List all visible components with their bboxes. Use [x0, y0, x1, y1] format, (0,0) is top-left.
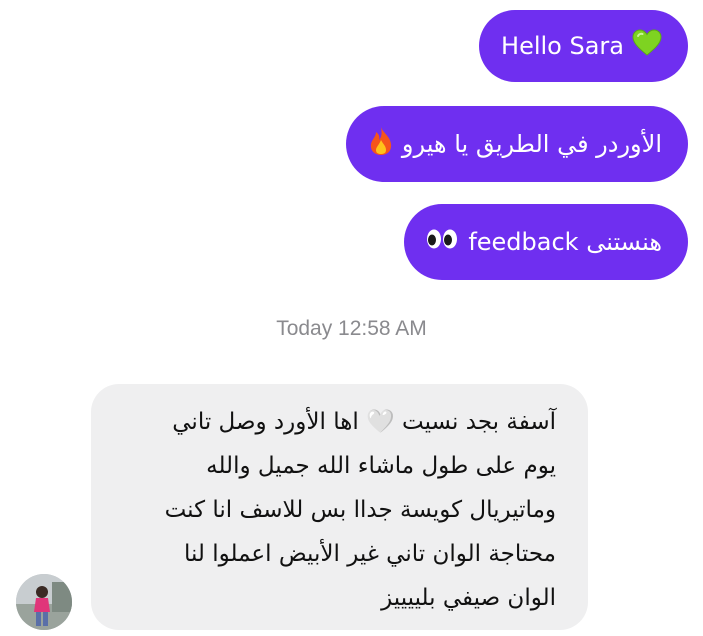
message-line: آسفة بجد نسيت 🤍 اها الأورد وصل تاني: [172, 409, 556, 435]
message-line: يوم على طول ماشاء الله جميل والله: [206, 453, 556, 479]
fire-icon: [368, 126, 394, 163]
message-timestamp: Today 12:58 AM: [276, 317, 427, 340]
message-text: الأوردر في الطريق يا هيرو: [401, 129, 662, 158]
message-line: وماتيريال كويسة جداا بس للاسف انا كنت: [164, 497, 556, 523]
eyes-icon: [426, 228, 458, 257]
message-line: محتاجة الوان تاني غير الأبيض اعملوا لنا: [183, 541, 556, 567]
message-line: الوان صيفي بلييييز: [381, 585, 556, 611]
message-text: هنستنى feedback: [468, 227, 662, 256]
outgoing-message-3[interactable]: هنستنى feedback: [404, 204, 688, 280]
incoming-message[interactable]: آسفة بجد نسيت 🤍 اها الأورد وصل تاني يوم …: [91, 384, 588, 630]
avatar[interactable]: [16, 574, 72, 630]
message-text: Hello Sara: [501, 31, 624, 60]
green-heart-icon: [632, 29, 662, 64]
outgoing-message-2[interactable]: الأوردر في الطريق يا هيرو: [345, 106, 688, 182]
outgoing-message-1[interactable]: Hello Sara: [479, 10, 688, 82]
